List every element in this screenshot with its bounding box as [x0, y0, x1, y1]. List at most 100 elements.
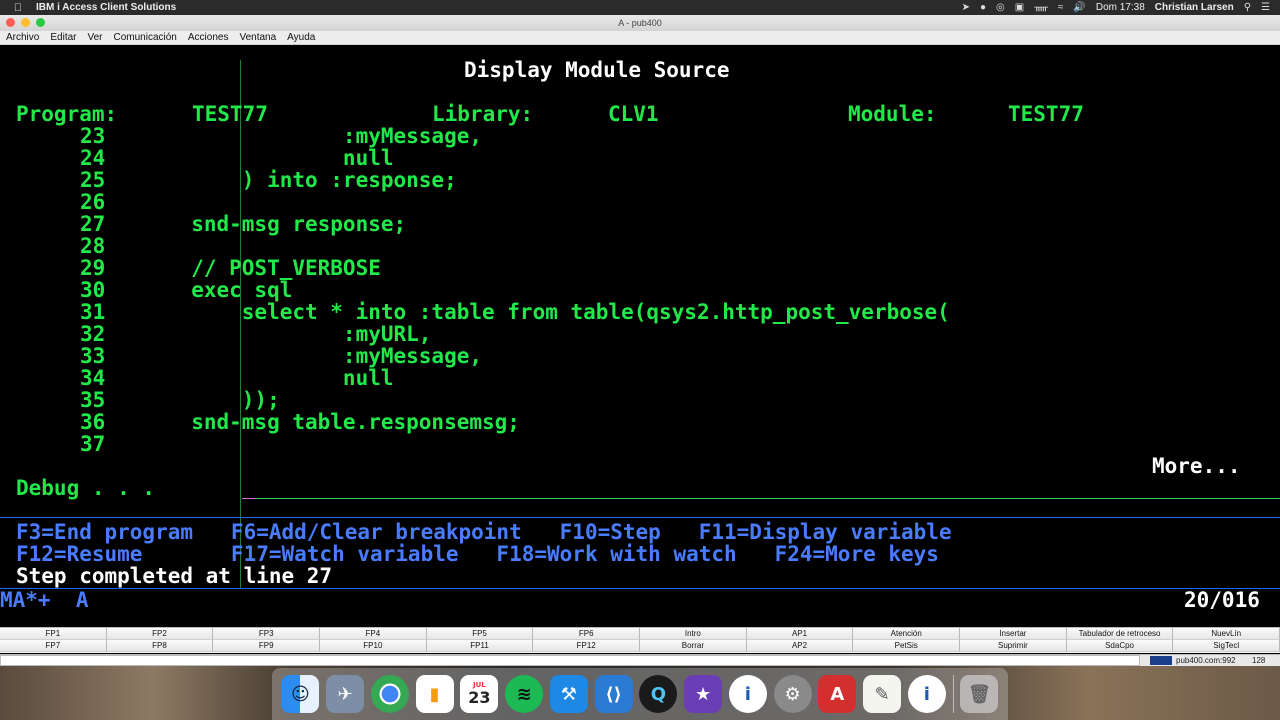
fkey-button[interactable]: FP5	[426, 628, 534, 640]
source-line-code: :myURL,	[128, 322, 432, 346]
fkey-button[interactable]: FP12	[533, 640, 641, 652]
fkey-button[interactable]: FP4	[320, 628, 427, 640]
source-line-code: ));	[128, 388, 280, 412]
source-line-number: 31	[80, 300, 106, 324]
calendar-icon[interactable]: JUL 23	[460, 675, 499, 713]
source-line-number: 37	[80, 432, 106, 456]
menu-ayuda[interactable]: Ayuda	[281, 32, 320, 43]
source-line-number: 27	[80, 212, 106, 236]
fkey-button[interactable]: FP10	[320, 640, 427, 652]
source-line-number: 24	[80, 146, 106, 170]
acrobat-icon[interactable]: A	[818, 675, 857, 713]
fkey-button[interactable]: Intro	[640, 628, 747, 640]
xcode-icon[interactable]: ⚒	[549, 675, 588, 713]
wifi-icon[interactable]: ≈	[1058, 2, 1064, 13]
fkey-button[interactable]: AP2	[746, 640, 854, 652]
function-key-row-2: FP7 FP8 FP9 FP10 FP11 FP12 Borrar AP2 PetSis Supr…	[0, 640, 1280, 652]
fkey-button[interactable]: PetSis	[853, 640, 961, 652]
minimize-button[interactable]	[21, 18, 30, 27]
notification-center-icon[interactable]: ☰	[1261, 2, 1270, 13]
source-line-code: :myMessage,	[128, 344, 483, 368]
menubar-clock[interactable]: Dom 17:38	[1096, 2, 1145, 13]
window-controls	[6, 18, 45, 27]
volume-icon[interactable]: 🔊	[1073, 2, 1085, 13]
fkey-button[interactable]: FP9	[213, 640, 321, 652]
source-line-code: ) into :response;	[128, 168, 457, 192]
fkey-button[interactable]: FP2	[106, 628, 214, 640]
spotify-icon[interactable]: ≋	[505, 675, 544, 713]
fkey-button[interactable]: Tabulador de retroceso	[1066, 628, 1174, 640]
status-bar: pub400.com:992 128	[0, 654, 1280, 666]
dock-separator	[952, 675, 954, 713]
source-line-number: 23	[80, 124, 106, 148]
imovie-icon[interactable]: ★	[684, 675, 723, 713]
source-line-number: 36	[80, 410, 106, 434]
menu-ventana[interactable]: Ventana	[233, 32, 281, 43]
fkey-button[interactable]: FP3	[213, 628, 321, 640]
ibm-acs-session-icon[interactable]: i	[907, 675, 946, 713]
vscode-icon[interactable]: ⟨⟩	[594, 675, 633, 713]
source-line-code: snd-msg table.responsemsg;	[128, 410, 520, 434]
active-app-name[interactable]: IBM i Access Client Solutions	[36, 2, 176, 13]
fkey-button[interactable]: Suprimir	[960, 640, 1067, 652]
ibm-acs-icon[interactable]: i	[728, 675, 767, 713]
fkey-button[interactable]: Atención	[853, 628, 961, 640]
program-label: Program:	[16, 102, 118, 126]
fkey-button[interactable]: NuevLín	[1173, 628, 1280, 640]
window-titlebar: A - pub400	[0, 15, 1280, 31]
menu-comunicacion[interactable]: Comunicación	[108, 32, 182, 43]
airplay-icon[interactable]: ▣	[1015, 2, 1024, 13]
source-line-code: null	[128, 366, 394, 390]
close-button[interactable]	[6, 18, 15, 27]
location-icon[interactable]: ➤	[962, 2, 970, 13]
debug-prompt: Debug . . .	[16, 476, 156, 500]
chrome-icon[interactable]	[370, 675, 409, 713]
function-key-row-1: FP1 FP2 FP3 FP4 FP5 FP6 Intro AP1 Atención Insert…	[0, 628, 1280, 640]
bluetooth-icon[interactable]: ᚅ	[1034, 2, 1048, 13]
maximize-button[interactable]	[36, 18, 45, 27]
source-line-code: snd-msg response;	[128, 212, 407, 236]
fkey-button[interactable]: FP11	[426, 640, 534, 652]
quicktime-icon[interactable]: Q	[639, 675, 678, 713]
spotlight-icon[interactable]: ⚲	[1244, 2, 1251, 13]
fkey-button[interactable]: FP1	[0, 628, 107, 640]
fkey-button[interactable]: FP8	[106, 640, 214, 652]
debug-input-field[interactable]	[256, 498, 1280, 499]
menubar-user[interactable]: Christian Larsen	[1155, 2, 1234, 13]
debug-input-cursor[interactable]	[242, 498, 256, 499]
window-title: A - pub400	[618, 18, 662, 28]
source-line-number: 32	[80, 322, 106, 346]
trash-icon[interactable]: 🗑	[960, 675, 999, 713]
fkey-button[interactable]: SdaCpo	[1066, 640, 1174, 652]
source-line-number: 30	[80, 278, 106, 302]
menu-archivo[interactable]: Archivo	[0, 32, 44, 43]
app-menubar: Archivo Editar Ver Comunicación Acciones…	[0, 31, 1280, 45]
fkey-button[interactable]: FP6	[533, 628, 641, 640]
fkey-button[interactable]: FP7	[0, 640, 107, 652]
fkey-button[interactable]: SigTecl	[1173, 640, 1280, 652]
library-value: CLV1	[608, 102, 659, 126]
system-preferences-icon[interactable]: ⚙	[773, 675, 812, 713]
fkey-button[interactable]: Borrar	[640, 640, 747, 652]
fkey-button[interactable]: Insertar	[960, 628, 1067, 640]
menu-ver[interactable]: Ver	[81, 32, 107, 43]
numbers-icon[interactable]: ▮	[415, 675, 454, 713]
terminal-screen[interactable]: Display Module Source Program: TEST77 Li…	[0, 45, 1280, 627]
menu-editar[interactable]: Editar	[44, 32, 81, 43]
fkey-button[interactable]: AP1	[746, 628, 854, 640]
finder-icon[interactable]: ☺	[281, 675, 320, 713]
function-keys-line-2: F12=Resume F17=Watch variable F18=Work w…	[16, 542, 939, 566]
function-key-bar: FP1 FP2 FP3 FP4 FP5 FP6 Intro AP1 Atención Insert…	[0, 627, 1280, 653]
separator-line	[0, 517, 1280, 518]
source-line-number: 29	[80, 256, 106, 280]
apple-icon[interactable]: 	[0, 2, 36, 14]
menu-acciones[interactable]: Acciones	[182, 32, 234, 43]
textedit-icon[interactable]: ✎	[863, 675, 902, 713]
airdrop-icon[interactable]: ◎	[996, 2, 1005, 13]
record-icon[interactable]: ●	[980, 2, 986, 13]
launchpad-icon[interactable]: ✈	[326, 675, 365, 713]
host-address: pub400.com:992	[1176, 656, 1236, 665]
session-count: 128	[1252, 656, 1266, 665]
source-line-number: 34	[80, 366, 106, 390]
oia-status: MA*+ A	[0, 588, 89, 612]
